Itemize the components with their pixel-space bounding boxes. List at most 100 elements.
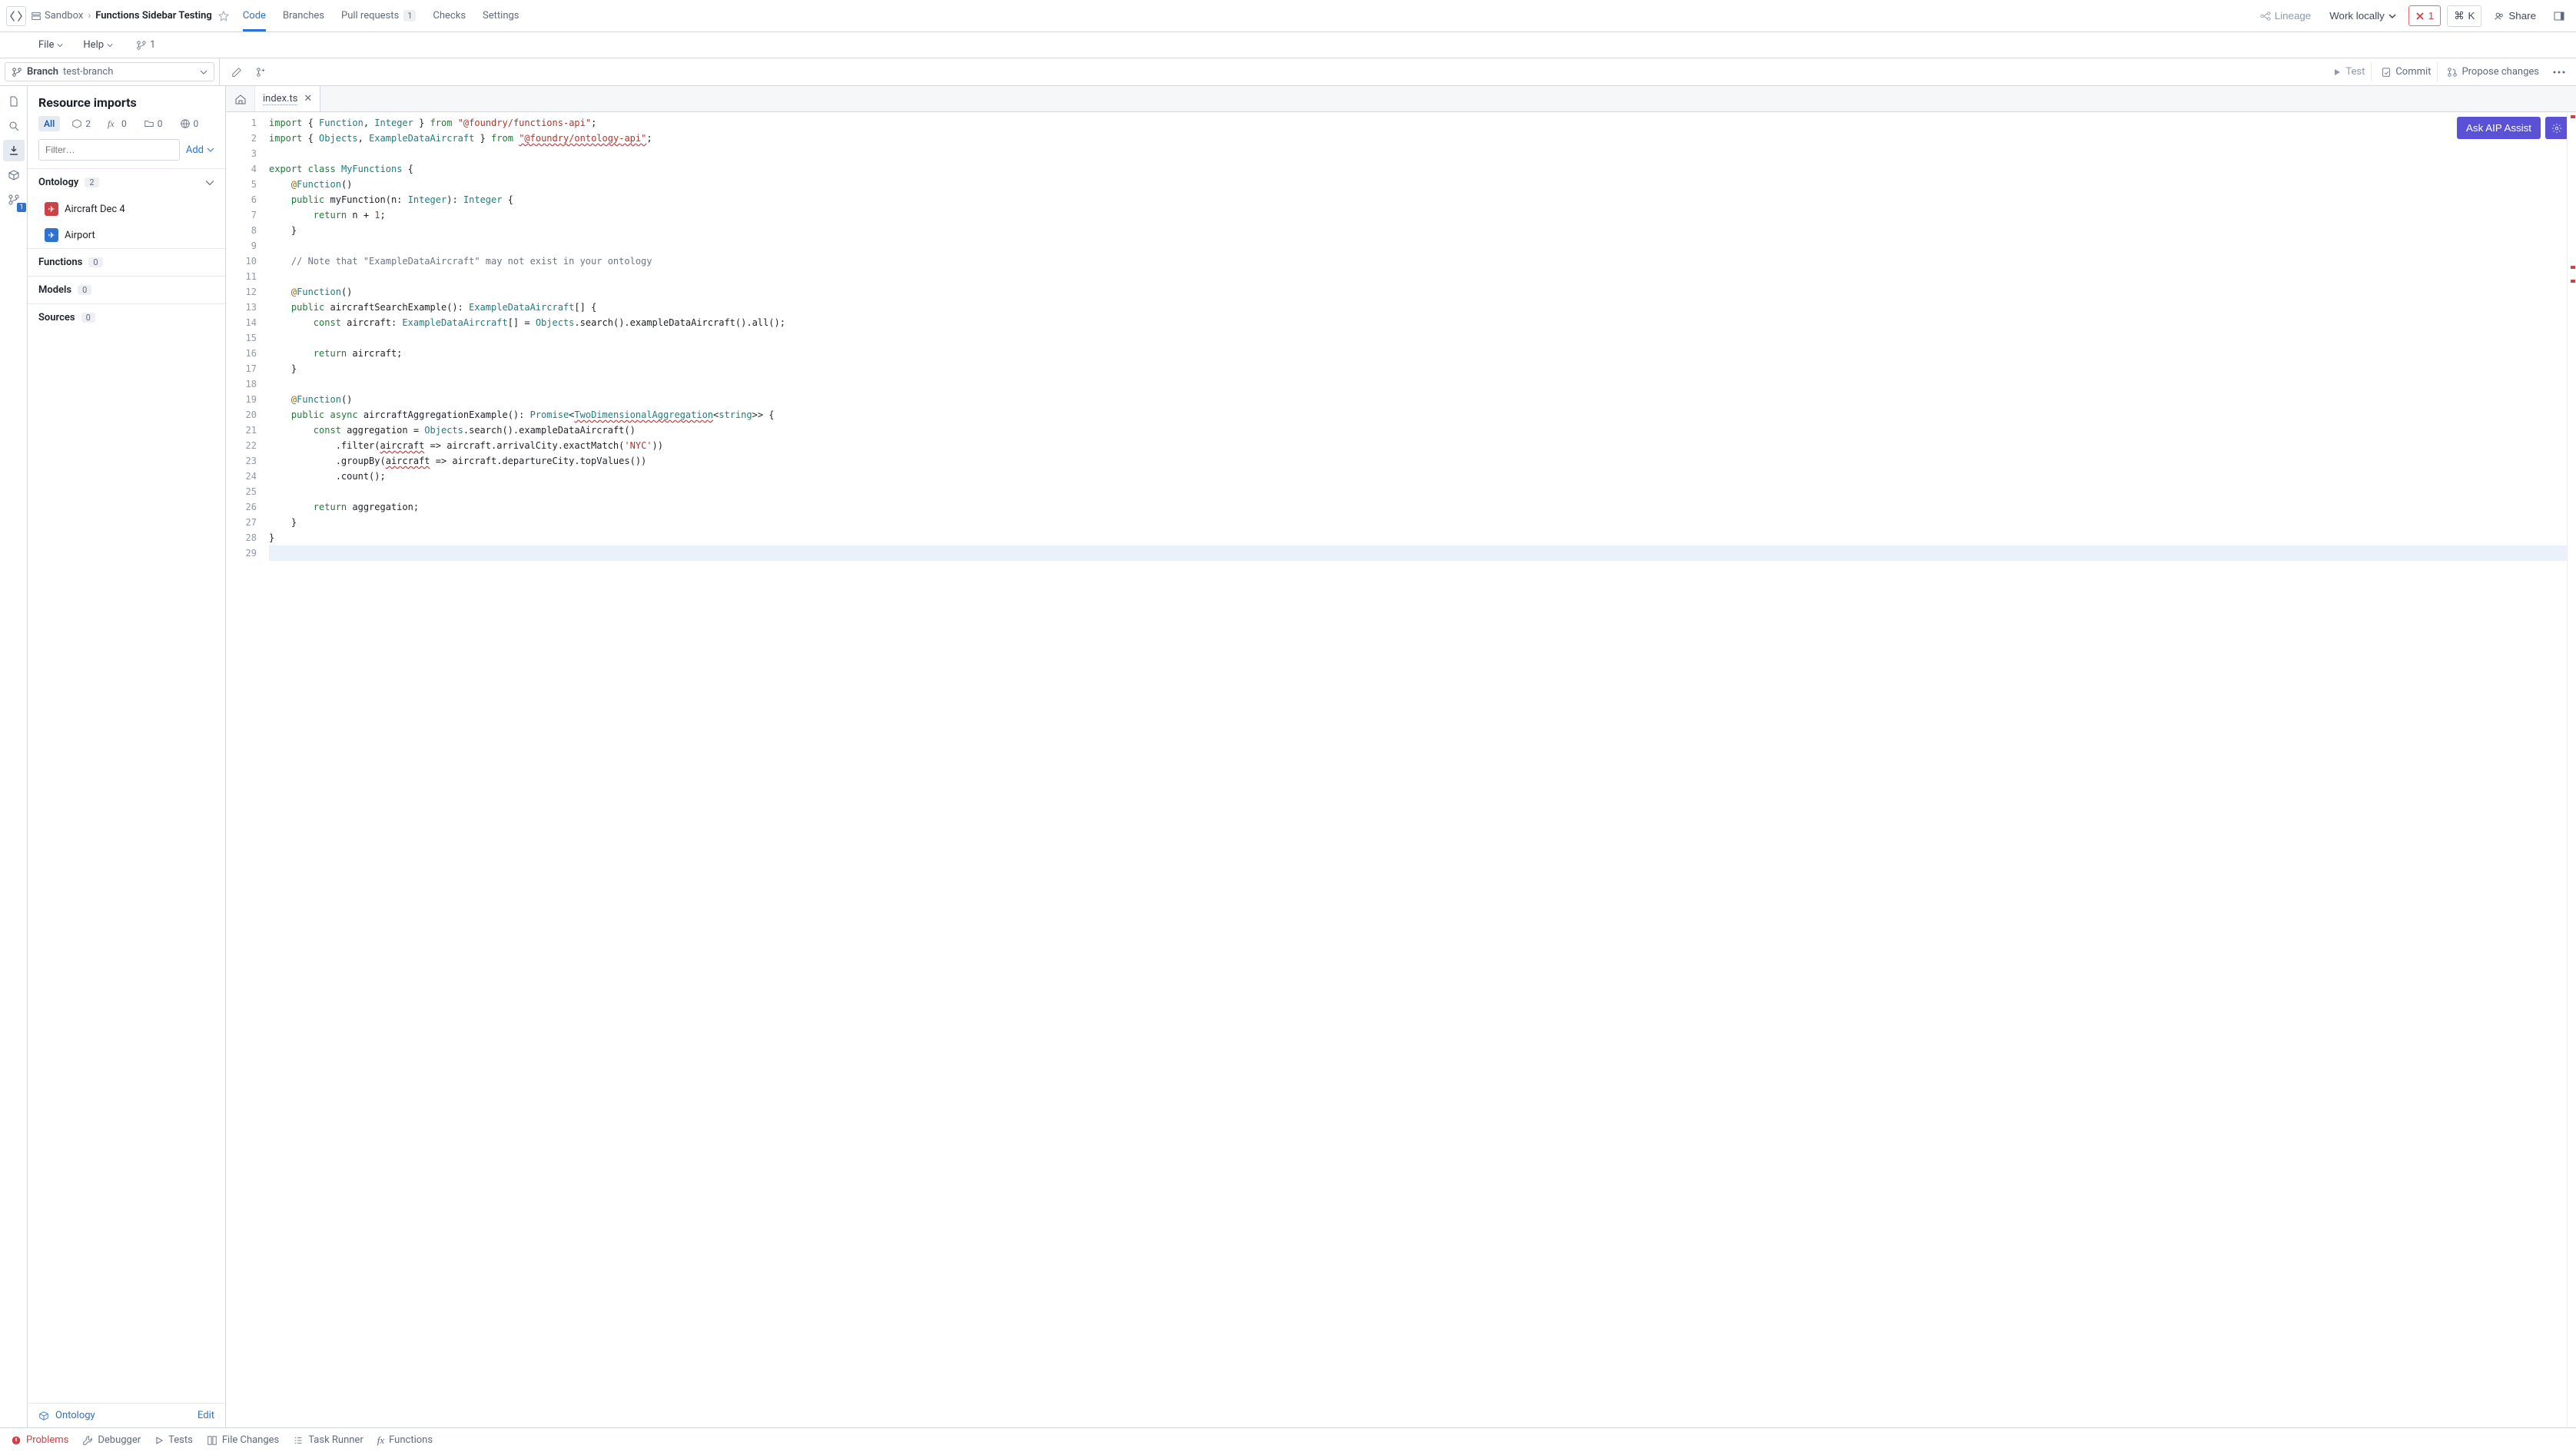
branch-new-button[interactable]	[251, 61, 272, 83]
code-editor[interactable]: 1234567891011121314151617181920212223242…	[226, 112, 2576, 1427]
git-branch-plus-icon	[256, 67, 267, 78]
people-icon	[2494, 11, 2505, 22]
editor-column: index.ts ✕ 12345678910111213141516171819…	[226, 86, 2576, 1427]
breadcrumb-repo[interactable]: Functions Sidebar Testing	[95, 10, 212, 22]
list-icon	[293, 1435, 304, 1446]
ask-aip-assist-button[interactable]: Ask AIP Assist	[2457, 117, 2541, 139]
pencil-icon	[231, 67, 242, 78]
cmd-icon: ⌘	[2454, 10, 2464, 22]
minimap[interactable]	[2567, 112, 2576, 1427]
branch-selector[interactable]: Branch test-branch	[5, 62, 214, 81]
wrench-icon	[82, 1435, 93, 1446]
propose-changes-button[interactable]: Propose changes	[2441, 62, 2545, 81]
tab-code[interactable]: Code	[243, 0, 266, 31]
rail-source-control[interactable]: 1	[3, 189, 25, 211]
line-gutter: 1234567891011121314151617181920212223242…	[226, 112, 263, 1427]
tab-pull-requests[interactable]: Pull requests1	[341, 0, 416, 31]
star-icon[interactable]	[218, 11, 229, 22]
code-content[interactable]: import { Function, Integer } from "@foun…	[263, 112, 2567, 1427]
branch-value: test-branch	[63, 66, 113, 78]
tab-branches[interactable]: Branches	[283, 0, 324, 31]
bottom-task-runner[interactable]: Task Runner	[287, 1431, 369, 1449]
ontology-item-label: Airport	[65, 230, 95, 241]
menu-help[interactable]: Help	[83, 39, 113, 51]
pull-request-icon	[2447, 67, 2458, 78]
commit-button[interactable]: Commit	[2375, 62, 2438, 81]
group-header-sources[interactable]: Sources0	[28, 304, 225, 331]
errors-badge-button[interactable]: 1	[2408, 5, 2441, 26]
x-icon	[2415, 12, 2425, 21]
aip-settings-button[interactable]	[2545, 117, 2568, 139]
bottom-tests[interactable]: Tests	[148, 1431, 199, 1449]
git-branch-icon	[136, 40, 147, 51]
left-rail: 1	[0, 86, 28, 1427]
top-header: Sandbox › Functions Sidebar Testing Code…	[0, 0, 2576, 32]
error-mark	[2571, 280, 2575, 283]
close-tab-icon[interactable]: ✕	[304, 93, 312, 104]
bottom-functions[interactable]: fxFunctions	[371, 1431, 439, 1450]
cmdk-button[interactable]: ⌘ K	[2447, 5, 2481, 27]
bottom-debugger[interactable]: Debugger	[76, 1431, 147, 1449]
menubar: File Help 1	[0, 32, 2576, 58]
ontology-item-aircraft[interactable]: ✈ Aircraft Dec 4	[28, 196, 225, 222]
filter-input[interactable]	[38, 139, 180, 161]
file-icon	[8, 95, 20, 108]
work-locally-button[interactable]: Work locally	[2323, 6, 2402, 25]
function-icon: fx	[377, 1434, 384, 1447]
branch-graph-count[interactable]: 1	[136, 39, 155, 51]
project-icon	[31, 11, 41, 22]
chevron-down-icon	[2388, 12, 2396, 20]
breadcrumb-project[interactable]: Sandbox	[31, 10, 83, 22]
rail-packages[interactable]	[3, 164, 25, 186]
group-header-ontology[interactable]: Ontology 2	[28, 169, 225, 196]
lineage-icon	[2260, 11, 2271, 22]
package-icon	[8, 169, 20, 181]
menu-file[interactable]: File	[38, 39, 63, 51]
panel-toggle-button[interactable]	[2548, 5, 2570, 27]
bottom-problems[interactable]: Problems	[5, 1431, 75, 1449]
group-header-functions[interactable]: Functions0	[28, 249, 225, 276]
commit-icon	[2381, 67, 2392, 78]
more-icon	[2553, 71, 2565, 74]
app-logo-icon[interactable]	[6, 6, 26, 26]
file-tab-index-ts[interactable]: index.ts ✕	[255, 85, 320, 111]
breadcrumb: Sandbox › Functions Sidebar Testing	[31, 10, 229, 22]
chip-folder[interactable]: 0	[138, 116, 168, 131]
share-button[interactable]: Share	[2488, 6, 2542, 25]
rail-imports[interactable]	[3, 140, 25, 161]
branch-label: Branch	[27, 66, 58, 78]
error-mark	[2571, 115, 2575, 118]
globe-icon	[180, 118, 191, 129]
sidebar-chips: All 2 fx0 0 0	[28, 116, 225, 139]
chip-globe[interactable]: 0	[174, 116, 204, 131]
error-mark	[2571, 266, 2575, 269]
test-button[interactable]: Test	[2326, 62, 2372, 81]
rail-files[interactable]	[3, 91, 25, 112]
airport-object-icon: ✈	[45, 228, 58, 242]
box-icon	[71, 118, 82, 129]
group-header-models[interactable]: Models0	[28, 277, 225, 303]
more-actions-button[interactable]	[2548, 61, 2570, 83]
edit-link[interactable]: Edit	[198, 1410, 214, 1421]
home-icon	[234, 93, 247, 105]
rail-search[interactable]	[3, 115, 25, 137]
bottom-file-changes[interactable]: File Changes	[201, 1431, 285, 1449]
play-icon	[154, 1436, 164, 1445]
chevron-down-icon	[207, 146, 214, 154]
chip-all[interactable]: All	[38, 116, 60, 131]
edit-pencil-button[interactable]	[226, 61, 247, 83]
ontology-item-airport[interactable]: ✈ Airport	[28, 222, 225, 248]
home-tab[interactable]	[226, 86, 255, 111]
tab-settings[interactable]: Settings	[483, 0, 519, 31]
ontology-item-label: Aircraft Dec 4	[65, 204, 125, 215]
lineage-button[interactable]: Lineage	[2254, 6, 2317, 25]
cube-icon	[38, 1411, 49, 1421]
tab-checks[interactable]: Checks	[433, 0, 466, 31]
group-models: Models0	[28, 276, 225, 303]
sidebar-footer-label: Ontology	[55, 1410, 95, 1421]
add-button[interactable]: Add	[186, 144, 214, 156]
chip-box[interactable]: 2	[66, 116, 96, 131]
chip-fx[interactable]: fx0	[102, 116, 132, 131]
editor-actions: Test Commit Propose changes	[2320, 61, 2576, 83]
download-icon	[8, 144, 20, 157]
